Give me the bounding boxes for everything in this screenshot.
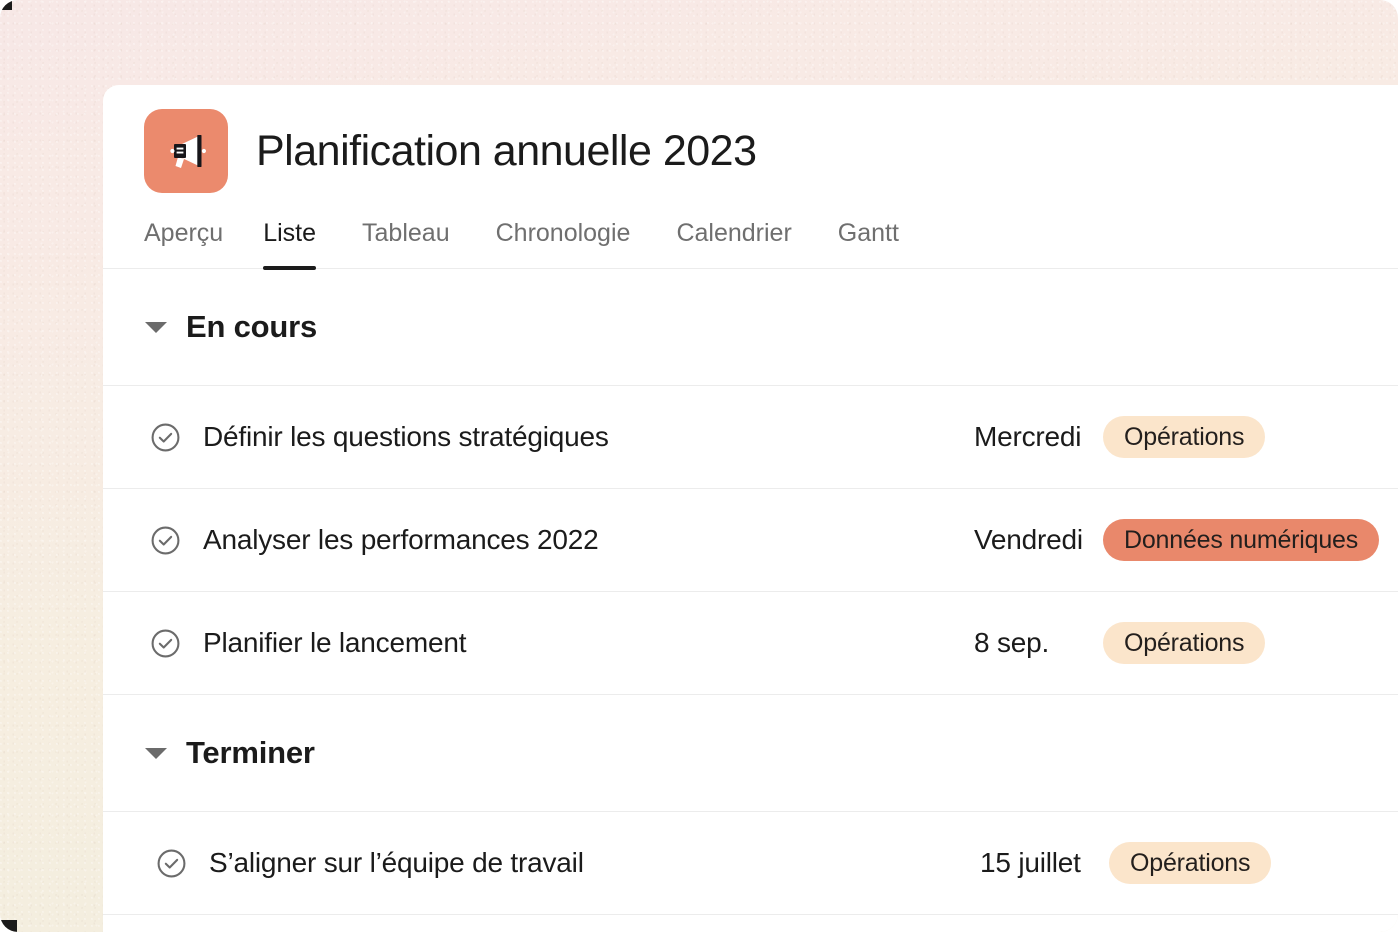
check-circle-icon[interactable] [150,422,181,453]
view-tabs: Aperçu Liste Tableau Chronologie Calendr… [103,219,1398,269]
project-card: Planification annuelle 2023 Aperçu Liste… [103,85,1398,932]
section-header-en-cours[interactable]: En cours [103,269,1398,386]
check-circle-icon[interactable] [156,848,187,879]
tab-apercu[interactable]: Aperçu [144,219,241,268]
task-name: Planifier le lancement [203,627,466,659]
task-name: Définir les questions stratégiques [203,421,609,453]
tab-calendrier[interactable]: Calendrier [676,219,815,268]
check-circle-icon[interactable] [150,525,181,556]
task-due-date: 8 sep. [974,627,1049,659]
tab-tableau[interactable]: Tableau [362,219,474,268]
task-due-date: Mercredi [974,421,1081,453]
frame-corner-mark-bottom-left [0,920,17,932]
task-row[interactable]: Planifier le lancement 8 sep. Opérations [103,592,1398,695]
tab-chronologie[interactable]: Chronologie [496,219,655,268]
chevron-down-icon[interactable] [145,748,167,759]
page-title: Planification annuelle 2023 [256,127,757,176]
task-name: Analyser les performances 2022 [203,524,599,556]
check-circle-icon[interactable] [150,628,181,659]
project-header: Planification annuelle 2023 [103,85,1398,193]
section-title: En cours [186,309,317,345]
megaphone-icon [144,109,228,193]
task-tag[interactable]: Opérations [1103,622,1265,664]
task-due-date: Vendredi [974,524,1083,556]
task-name: S’aligner sur l’équipe de travail [209,847,584,879]
task-due-date: 15 juillet [980,847,1081,879]
task-row[interactable]: Analyser les performances 2022 Vendredi … [103,489,1398,592]
task-tag[interactable]: Données numériques [1103,519,1379,561]
task-tag[interactable]: Opérations [1109,842,1271,884]
section-header-terminer[interactable]: Terminer [103,695,1398,812]
tab-liste[interactable]: Liste [263,219,340,268]
task-row[interactable]: S’aligner sur l’équipe de travail 15 jui… [103,812,1398,915]
task-tag[interactable]: Opérations [1103,416,1265,458]
chevron-down-icon[interactable] [145,322,167,333]
page-background: Planification annuelle 2023 Aperçu Liste… [0,0,1398,932]
task-row[interactable]: Définir les questions stratégiques Mercr… [103,386,1398,489]
section-title: Terminer [186,735,315,771]
tab-gantt[interactable]: Gantt [838,219,923,268]
frame-corner-mark-top-left [0,0,12,10]
